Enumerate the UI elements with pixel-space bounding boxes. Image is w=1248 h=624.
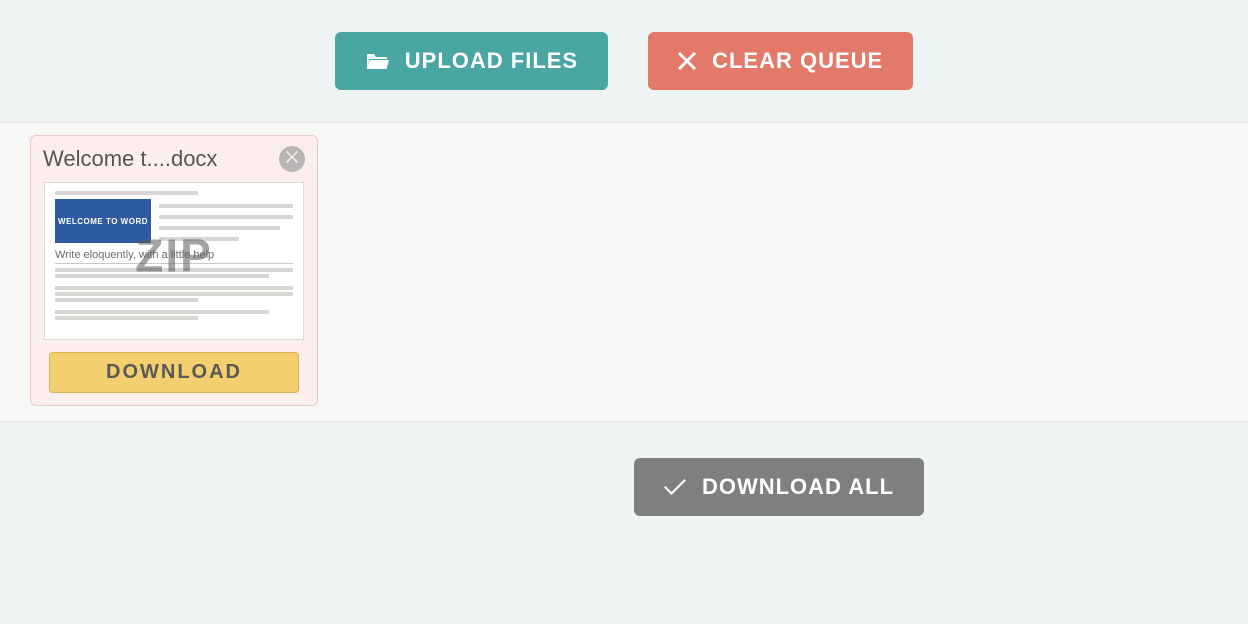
close-icon [678, 52, 696, 70]
clear-queue-button[interactable]: CLEAR QUEUE [648, 32, 913, 90]
download-file-label: DOWNLOAD [106, 361, 242, 383]
file-card: Welcome t....docx WELCOME TO WORD Write … [30, 135, 318, 406]
file-card-header: Welcome t....docx [43, 146, 305, 172]
upload-files-button[interactable]: UPLOAD FILES [335, 32, 608, 90]
upload-files-label: UPLOAD FILES [405, 48, 578, 74]
preview-banner: WELCOME TO WORD [55, 199, 151, 243]
toolbar: UPLOAD FILES CLEAR QUEUE [0, 0, 1248, 122]
file-name: Welcome t....docx [43, 146, 217, 172]
queue-area: Welcome t....docx WELCOME TO WORD Write … [0, 122, 1248, 422]
download-all-label: DOWNLOAD ALL [702, 474, 894, 500]
download-file-button[interactable]: DOWNLOAD [49, 352, 299, 393]
file-preview: WELCOME TO WORD Write eloquently, with a… [44, 182, 304, 340]
remove-file-button[interactable] [279, 146, 305, 172]
close-icon [286, 150, 298, 168]
clear-queue-label: CLEAR QUEUE [712, 48, 883, 74]
check-icon [664, 478, 686, 496]
preview-heading: Write eloquently, with a little help [55, 249, 293, 264]
folder-open-icon [365, 51, 389, 71]
footer: DOWNLOAD ALL [310, 422, 1248, 516]
download-all-button[interactable]: DOWNLOAD ALL [634, 458, 924, 516]
